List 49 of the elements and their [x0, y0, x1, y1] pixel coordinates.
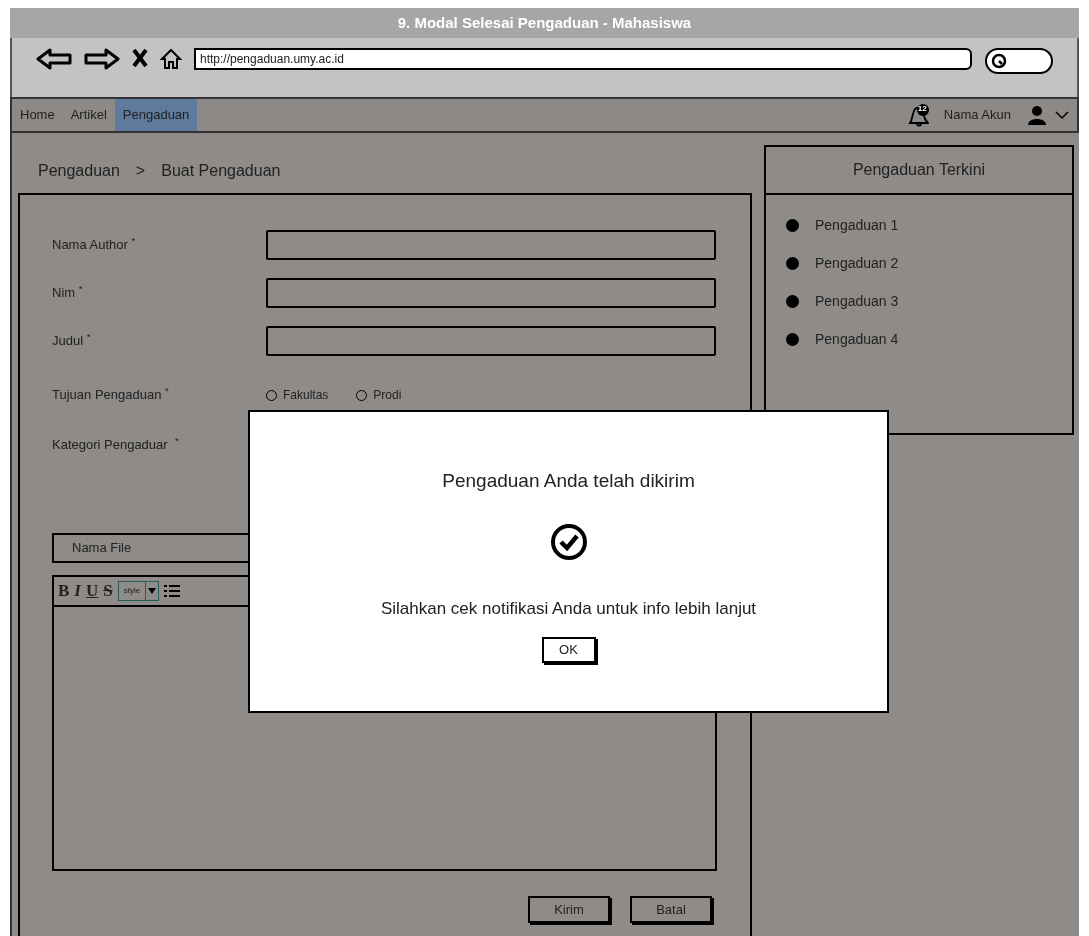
- bullet-icon: [786, 219, 799, 232]
- forward-icon[interactable]: [84, 48, 120, 70]
- text-field[interactable]: [266, 326, 716, 356]
- check-circle-icon: [548, 521, 589, 562]
- breadcrumb-link[interactable]: Pengaduan: [38, 159, 120, 183]
- format-button[interactable]: I: [74, 578, 81, 604]
- style-dropdown[interactable]: style: [117, 581, 160, 601]
- text-field[interactable]: [266, 278, 716, 308]
- window-title: 9. Modal Selesai Pengaduan - Mahasiswa: [397, 12, 692, 33]
- field-label: Judul $^{*}$: [52, 331, 91, 351]
- list-icon[interactable]: [164, 584, 181, 598]
- recent-item-link[interactable]: Pengaduan 1: [815, 215, 899, 236]
- recent-item-link[interactable]: Pengaduan 4: [815, 329, 899, 350]
- format-button[interactable]: S: [103, 578, 113, 604]
- form-button[interactable]: Batal: [630, 896, 712, 923]
- notification-count: 12: [917, 105, 927, 113]
- nav-tab[interactable]: Pengaduan: [114, 99, 198, 131]
- nav-tab[interactable]: Artikel: [62, 99, 115, 131]
- nav-tab[interactable]: Home: [12, 99, 63, 131]
- home-icon[interactable]: [160, 48, 182, 70]
- chevron-down-icon[interactable]: [1055, 110, 1069, 120]
- field-label: Kategori Pengaduar $^{*}$: [52, 435, 179, 454]
- radio-option[interactable]: Prodi: [356, 386, 402, 404]
- caret-icon: [148, 588, 157, 594]
- account-name[interactable]: Nama Akun: [943, 105, 1011, 125]
- search-field[interactable]: [985, 48, 1053, 74]
- recent-item-link[interactable]: Pengaduan 3: [815, 291, 899, 312]
- ok-button[interactable]: OK: [541, 637, 596, 663]
- recent-item-link[interactable]: Pengaduan 2: [815, 253, 899, 274]
- bullet-icon: [786, 295, 799, 308]
- field-label: Nama Author $^{*}$: [52, 235, 136, 255]
- close-icon[interactable]: [132, 48, 148, 68]
- radio-option[interactable]: Fakultas: [266, 386, 329, 404]
- text-field[interactable]: [266, 230, 716, 260]
- back-icon[interactable]: [36, 48, 72, 70]
- bullet-icon: [786, 333, 799, 346]
- form-button[interactable]: Kirim: [528, 896, 610, 923]
- format-button[interactable]: U: [85, 578, 99, 604]
- format-button[interactable]: B: [58, 578, 70, 604]
- search-icon: [991, 53, 1007, 69]
- url-field[interactable]: http://pengaduan.umy.ac.id: [194, 48, 972, 70]
- modal-title: Pengaduan Anda telah dikirim: [442, 469, 695, 493]
- panel-title: Pengaduan Terkini: [852, 160, 986, 180]
- breadcrumb-current: Buat Pengaduan: [161, 161, 281, 181]
- field-label: Nim $^{*}$: [52, 283, 83, 303]
- user-icon[interactable]: [1027, 105, 1047, 125]
- bullet-icon: [786, 257, 799, 270]
- breadcrumb-separator: >: [135, 161, 146, 181]
- field-label: Tujuan Pengaduan $^{*}$: [52, 385, 169, 405]
